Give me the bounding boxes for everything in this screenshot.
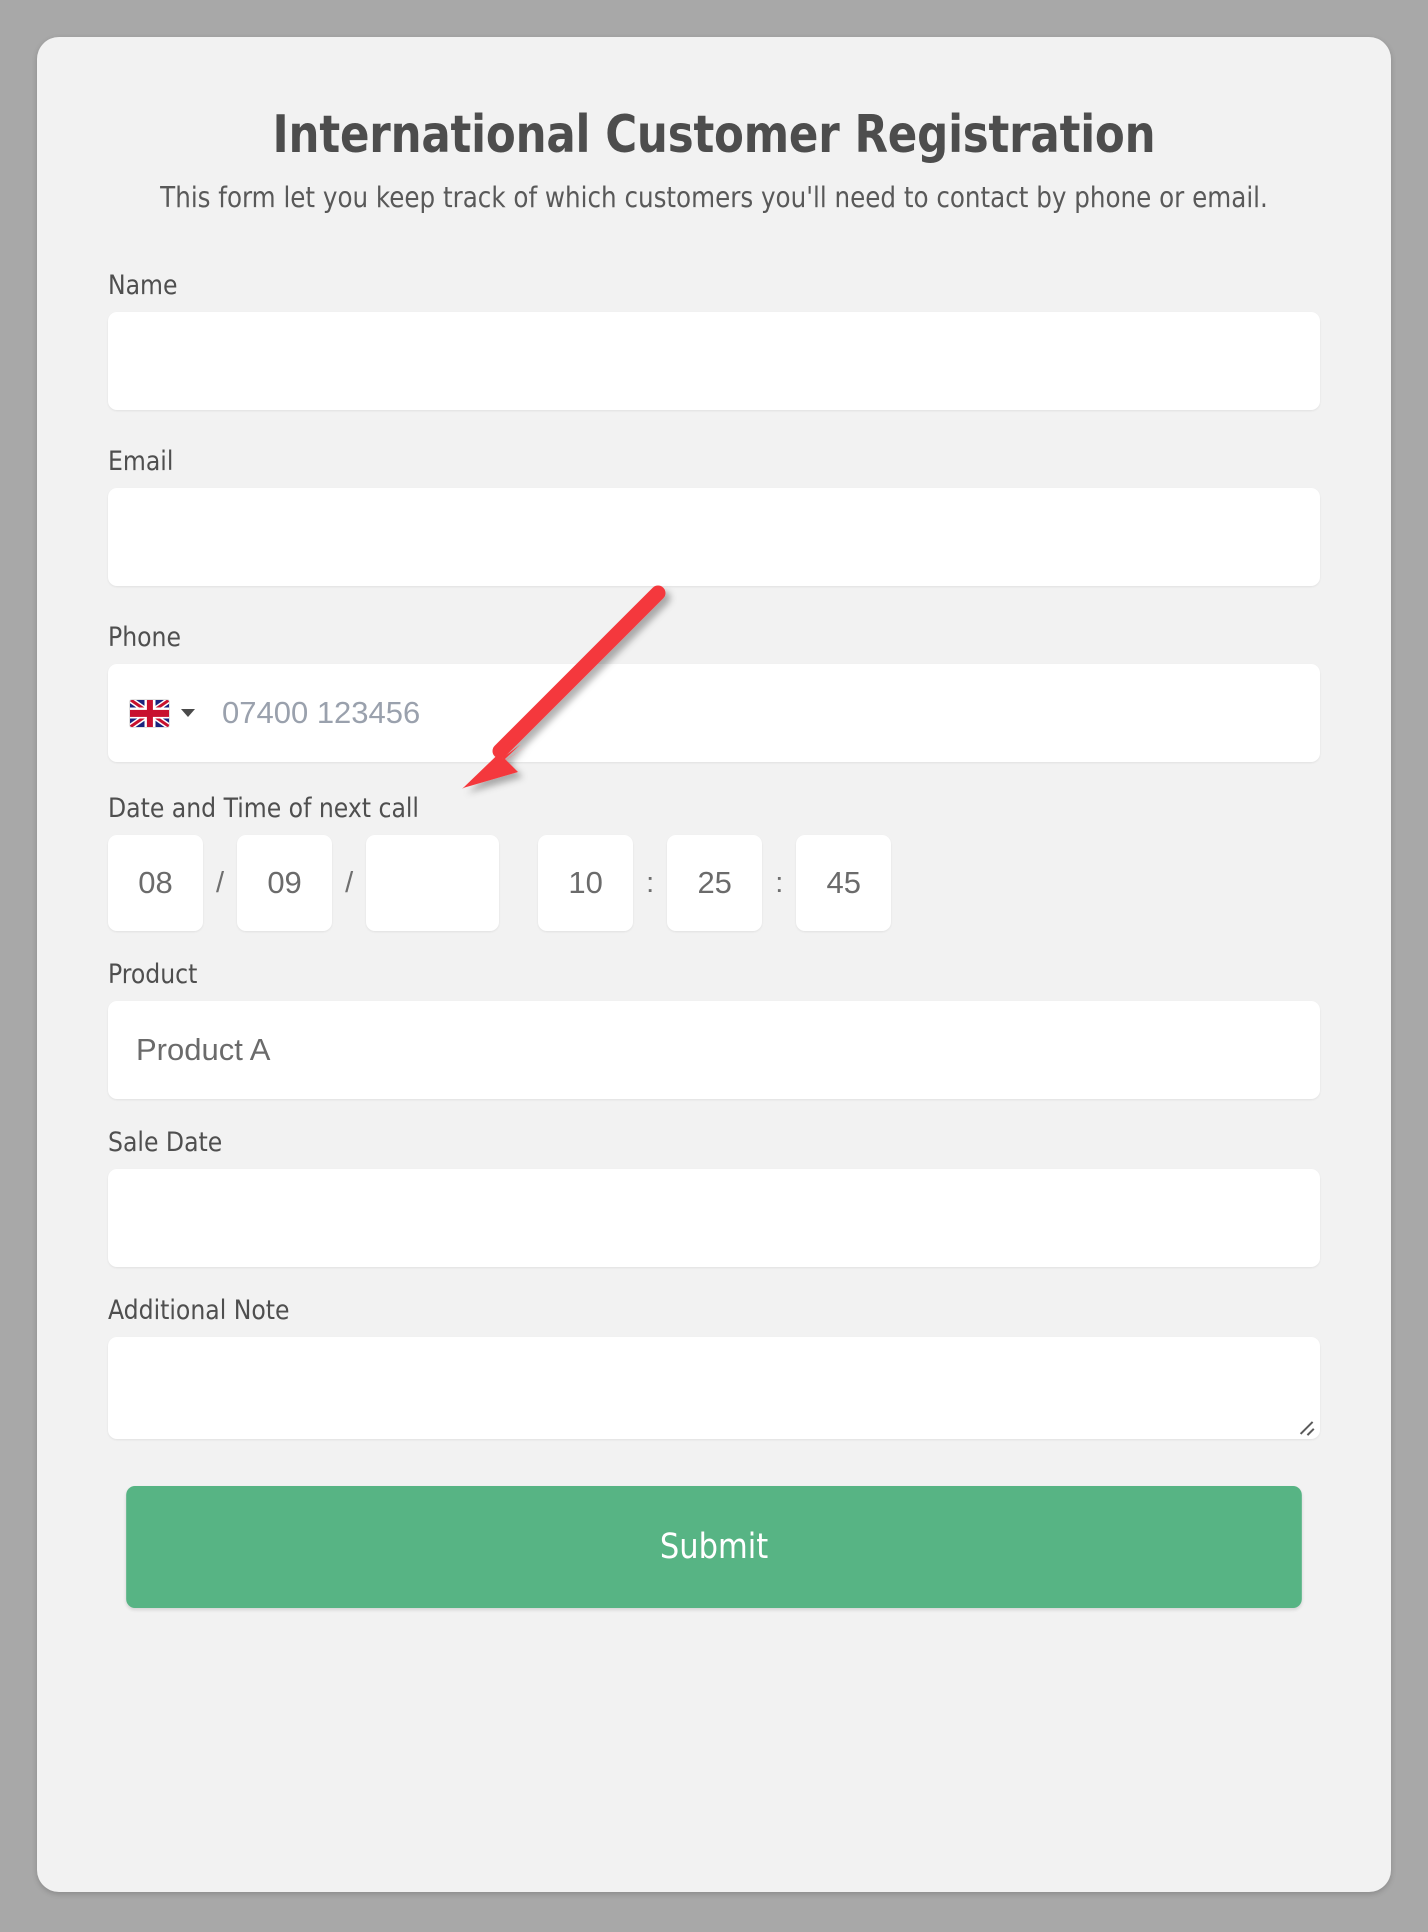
- field-additional-note: Additional Note: [108, 1295, 1320, 1440]
- field-datetime: Date and Time of next call 08 / 09 / 10 …: [108, 793, 1320, 932]
- submit-button[interactable]: Submit: [126, 1486, 1302, 1609]
- label-additional-note: Additional Note: [108, 1295, 290, 1327]
- datetime-year-input[interactable]: [366, 835, 500, 932]
- time-separator-2: :: [775, 866, 784, 899]
- screen: International Customer Registration This…: [0, 0, 1428, 1932]
- label-phone: Phone: [108, 622, 182, 654]
- product-selected-value: Product A: [136, 1032, 271, 1068]
- field-phone: Phone 07400 123456: [108, 622, 1320, 763]
- label-product: Product: [108, 959, 198, 991]
- label-name: Name: [108, 270, 178, 302]
- resize-grip-icon[interactable]: [1298, 1418, 1315, 1436]
- label-datetime: Date and Time of next call: [108, 793, 419, 825]
- form-subtitle: This form let you keep track of which cu…: [160, 181, 1268, 215]
- phone-placeholder-text[interactable]: 07400 123456: [222, 695, 420, 731]
- name-input[interactable]: [108, 312, 1320, 411]
- datetime-month-input[interactable]: 09: [237, 835, 333, 932]
- registration-form-card: International Customer Registration This…: [37, 37, 1391, 1892]
- datetime-spacer: [499, 883, 538, 884]
- field-name: Name: [108, 270, 1320, 411]
- label-email: Email: [108, 446, 174, 478]
- product-select[interactable]: Product A: [108, 1001, 1320, 1100]
- datetime-row: 08 / 09 / 10 : 25 : 45: [108, 835, 1320, 932]
- time-separator-1: :: [646, 866, 655, 899]
- datetime-second-input[interactable]: 45: [796, 835, 892, 932]
- uk-flag-icon[interactable]: [130, 699, 169, 727]
- field-product: Product Product A: [108, 959, 1320, 1100]
- datetime-day-input[interactable]: 08: [108, 835, 203, 932]
- datetime-minute-input[interactable]: 25: [667, 835, 763, 932]
- email-input[interactable]: [108, 488, 1320, 587]
- phone-input-group[interactable]: 07400 123456: [108, 664, 1320, 763]
- date-separator-1: /: [216, 866, 225, 899]
- field-email: Email: [108, 446, 1320, 587]
- chevron-down-icon[interactable]: [181, 709, 195, 718]
- page-title: International Customer Registration: [272, 105, 1156, 165]
- additional-note-textarea[interactable]: [108, 1337, 1320, 1440]
- sale-date-input[interactable]: [108, 1169, 1320, 1268]
- label-sale-date: Sale Date: [108, 1127, 223, 1159]
- date-separator-2: /: [345, 866, 354, 899]
- form-fields: Name Email Phone 07400 123456 Date and T…: [37, 270, 1391, 1609]
- datetime-hour-input[interactable]: 10: [538, 835, 634, 932]
- field-sale-date: Sale Date: [108, 1127, 1320, 1268]
